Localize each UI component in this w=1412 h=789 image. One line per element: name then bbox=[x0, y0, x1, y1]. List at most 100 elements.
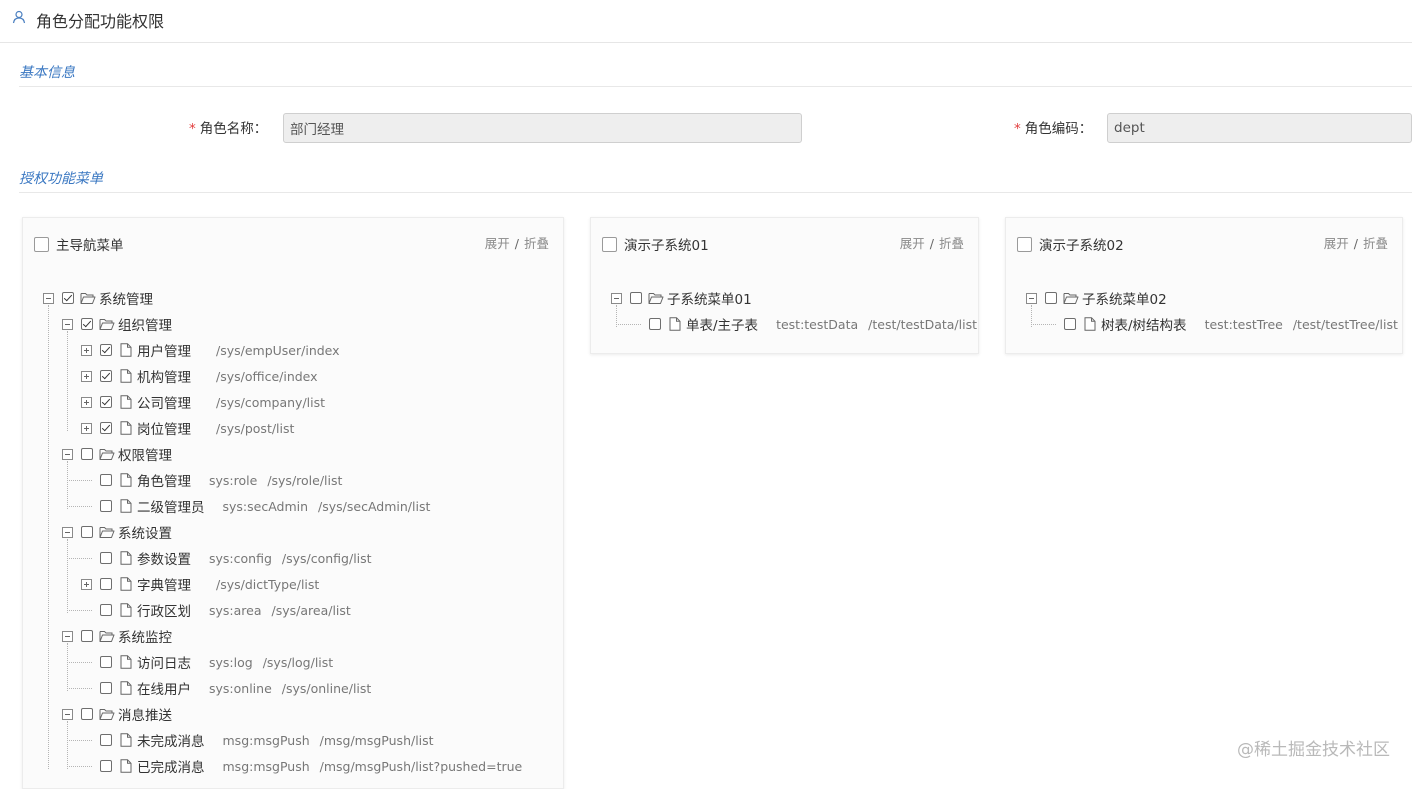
tree-connector bbox=[67, 721, 68, 769]
tree-connector bbox=[67, 461, 68, 509]
tree-leaf-node[interactable]: 参数设置 sys:config/sys/config/list bbox=[81, 548, 372, 568]
tree-node-checkbox[interactable] bbox=[100, 344, 112, 356]
tree-folder-node[interactable]: 权限管理 bbox=[62, 444, 172, 464]
tree-leaf-node[interactable]: 访问日志 sys:log/sys/log/list bbox=[81, 652, 333, 672]
tree-node-checkbox[interactable] bbox=[81, 448, 93, 460]
tree-node-checkbox[interactable] bbox=[630, 292, 642, 304]
tree-connector bbox=[616, 305, 617, 327]
tree-node-label: 子系统菜单01 bbox=[667, 292, 752, 308]
folder-open-icon bbox=[99, 631, 115, 642]
page-title: 角色分配功能权限 bbox=[36, 12, 165, 31]
file-icon bbox=[120, 551, 132, 565]
tree-folder-node[interactable]: 系统管理 bbox=[43, 288, 153, 308]
page-header: 角色分配功能权限 bbox=[0, 0, 1412, 43]
folder-open-icon bbox=[648, 293, 664, 304]
tree-connector bbox=[67, 539, 68, 613]
collapse-toggle-icon[interactable] bbox=[62, 526, 73, 538]
tree-connector bbox=[616, 324, 641, 325]
tree-node-href: /sys/dictType/list bbox=[216, 576, 320, 592]
tree-leaf-node[interactable]: 字典管理/sys/dictType/list bbox=[81, 574, 319, 594]
tree-leaf-node[interactable]: 岗位管理/sys/post/list bbox=[81, 418, 294, 438]
tree-connector bbox=[67, 610, 92, 611]
tree-folder-node[interactable]: 消息推送 bbox=[62, 704, 172, 724]
tree-node-label: 访问日志 bbox=[137, 656, 191, 672]
tree-node-checkbox[interactable] bbox=[649, 318, 661, 330]
tree-node-checkbox[interactable] bbox=[81, 630, 93, 642]
tree-node-checkbox[interactable] bbox=[100, 396, 112, 408]
collapse-toggle-icon[interactable] bbox=[62, 318, 73, 330]
tree-node-href: /msg/msgPush/list?pushed=true bbox=[319, 758, 523, 774]
tree-folder-node[interactable]: 组织管理 bbox=[62, 314, 172, 334]
collapse-toggle-icon[interactable] bbox=[62, 630, 73, 642]
tree-node-permission: test:testTree bbox=[1204, 316, 1283, 332]
file-icon bbox=[1084, 317, 1096, 331]
tree-leaf-node[interactable]: 角色管理 sys:role/sys/role/list bbox=[81, 470, 342, 490]
menu-tree: 子系统菜单01 单表/主子表 test:testData/test/testData… bbox=[591, 218, 978, 353]
expand-toggle-icon[interactable] bbox=[81, 396, 92, 408]
tree-node-permission: sys:online bbox=[209, 680, 272, 696]
section-basic-info: 基本信息 bbox=[19, 65, 75, 81]
tree-node-checkbox[interactable] bbox=[81, 708, 93, 720]
expand-toggle-icon[interactable] bbox=[81, 578, 92, 590]
tree-node-checkbox[interactable] bbox=[100, 760, 112, 772]
file-icon bbox=[120, 421, 132, 435]
menu-panel-main: 主导航菜单 展开 / 折叠 系统管理 组织管理 用户管理/sys/empUser/ind… bbox=[22, 217, 564, 789]
expand-toggle-icon[interactable] bbox=[81, 422, 92, 434]
collapse-toggle-icon[interactable] bbox=[1026, 292, 1037, 304]
collapse-toggle-icon[interactable] bbox=[62, 708, 73, 720]
tree-leaf-node[interactable]: 公司管理/sys/company/list bbox=[81, 392, 325, 412]
watermark: @稀土掘金技术社区 bbox=[1237, 740, 1390, 760]
tree-connector bbox=[67, 688, 92, 689]
tree-leaf-node[interactable]: 树表/树结构表 test:testTree/test/testTree/list bbox=[1045, 314, 1398, 334]
tree-node-label: 二级管理员 bbox=[137, 500, 205, 516]
tree-node-href: /test/testData/list bbox=[868, 316, 977, 332]
tree-node-checkbox[interactable] bbox=[81, 318, 93, 330]
collapse-toggle-icon[interactable] bbox=[611, 292, 622, 304]
tree-leaf-node[interactable]: 在线用户 sys:online/sys/online/list bbox=[81, 678, 371, 698]
tree-leaf-node[interactable]: 用户管理/sys/empUser/index bbox=[81, 340, 340, 360]
role-code-input[interactable] bbox=[1107, 113, 1412, 143]
expand-toggle-icon[interactable] bbox=[81, 370, 92, 382]
tree-node-checkbox[interactable] bbox=[100, 474, 112, 486]
tree-connector bbox=[67, 766, 92, 767]
tree-node-label: 权限管理 bbox=[118, 448, 172, 464]
file-icon bbox=[120, 473, 132, 487]
tree-node-checkbox[interactable] bbox=[100, 734, 112, 746]
tree-leaf-node[interactable]: 二级管理员 sys:secAdmin/sys/secAdmin/list bbox=[81, 496, 430, 516]
section-divider bbox=[19, 192, 1412, 193]
tree-connector bbox=[67, 558, 92, 559]
tree-folder-node[interactable]: 系统监控 bbox=[62, 626, 172, 646]
tree-folder-node[interactable]: 系统设置 bbox=[62, 522, 172, 542]
tree-node-checkbox[interactable] bbox=[1064, 318, 1076, 330]
tree-connector bbox=[67, 506, 92, 507]
tree-node-checkbox[interactable] bbox=[1045, 292, 1057, 304]
tree-node-checkbox[interactable] bbox=[62, 292, 74, 304]
tree-leaf-node[interactable]: 已完成消息 msg:msgPush/msg/msgPush/list?pushed… bbox=[81, 756, 522, 776]
tree-folder-node[interactable]: 子系统菜单02 bbox=[1026, 288, 1167, 308]
tree-node-href: /sys/role/list bbox=[267, 472, 343, 488]
tree-connector bbox=[1031, 324, 1056, 325]
tree-node-label: 系统监控 bbox=[118, 630, 172, 646]
tree-node-checkbox[interactable] bbox=[100, 578, 112, 590]
tree-leaf-node[interactable]: 机构管理/sys/office/index bbox=[81, 366, 318, 386]
tree-node-href: /sys/office/index bbox=[216, 368, 318, 384]
tree-node-checkbox[interactable] bbox=[100, 656, 112, 668]
tree-node-checkbox[interactable] bbox=[100, 682, 112, 694]
tree-node-checkbox[interactable] bbox=[100, 552, 112, 564]
role-name-input[interactable] bbox=[283, 113, 802, 143]
tree-node-checkbox[interactable] bbox=[100, 604, 112, 616]
tree-leaf-node[interactable]: 行政区划 sys:area/sys/area/list bbox=[81, 600, 351, 620]
tree-node-checkbox[interactable] bbox=[100, 500, 112, 512]
collapse-toggle-icon[interactable] bbox=[62, 448, 73, 460]
collapse-toggle-icon[interactable] bbox=[43, 292, 54, 304]
tree-node-label: 单表/主子表 bbox=[686, 318, 759, 334]
folder-open-icon bbox=[99, 449, 115, 460]
tree-leaf-node[interactable]: 单表/主子表 test:testData/test/testData/list bbox=[630, 314, 977, 334]
tree-node-checkbox[interactable] bbox=[81, 526, 93, 538]
expand-toggle-icon[interactable] bbox=[81, 344, 92, 356]
tree-node-checkbox[interactable] bbox=[100, 370, 112, 382]
tree-folder-node[interactable]: 子系统菜单01 bbox=[611, 288, 752, 308]
tree-connector bbox=[67, 643, 68, 691]
tree-node-checkbox[interactable] bbox=[100, 422, 112, 434]
tree-leaf-node[interactable]: 未完成消息 msg:msgPush/msg/msgPush/list bbox=[81, 730, 434, 750]
